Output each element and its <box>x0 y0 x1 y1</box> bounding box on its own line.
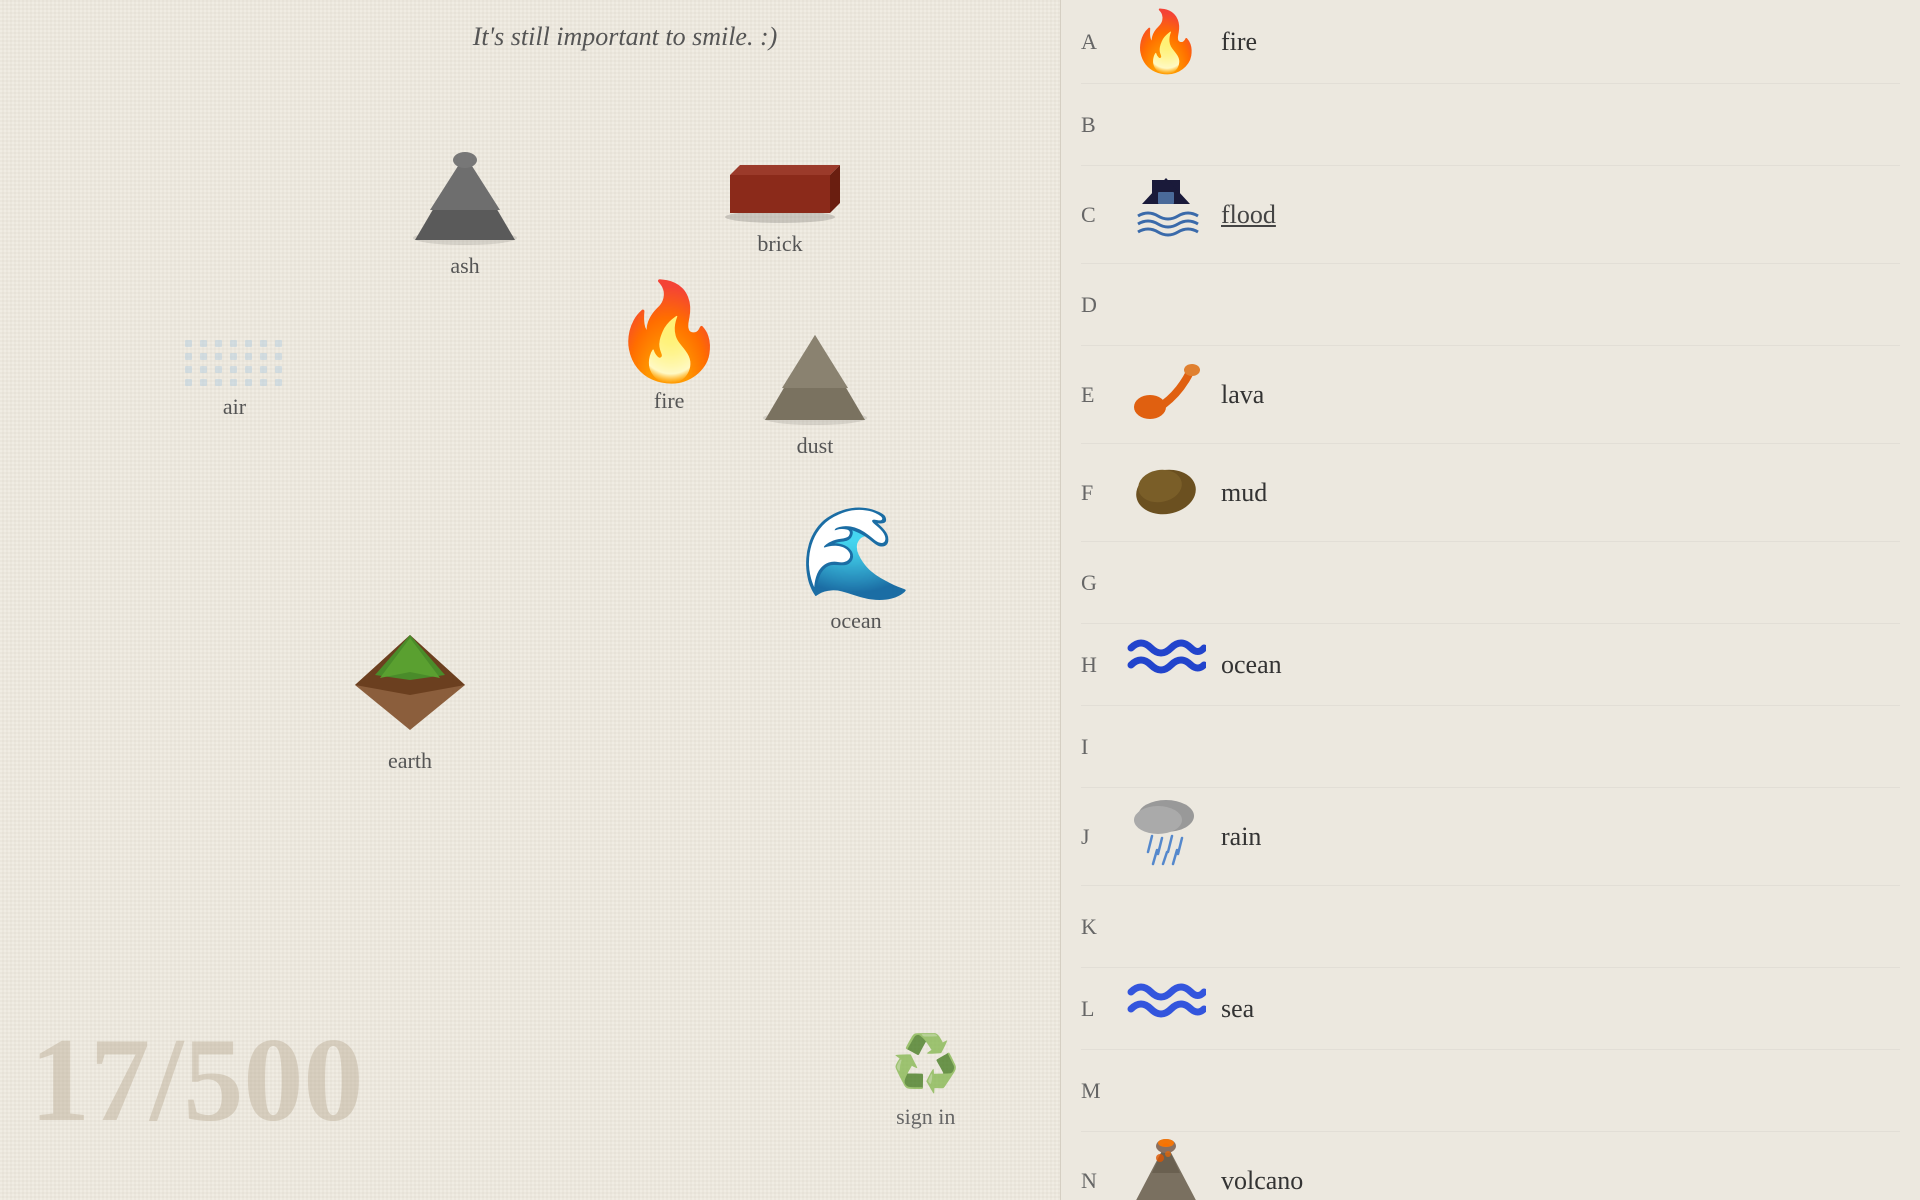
sidebar-item-K: K <box>1081 886 1900 968</box>
sidebar-emoji-ocean <box>1121 633 1211 696</box>
sidebar-label-sea: sea <box>1221 994 1254 1024</box>
canvas-item-air[interactable]: air <box>185 340 284 420</box>
sign-in-text[interactable]: sign in <box>896 1104 955 1130</box>
sidebar-label-volcano: volcano <box>1221 1166 1303 1196</box>
sidebar-item-B: B <box>1081 84 1900 166</box>
sidebar-item-N[interactable]: N volcano <box>1081 1132 1900 1200</box>
sidebar-item-G: G <box>1081 542 1900 624</box>
sidebar-item-F[interactable]: F mud <box>1081 444 1900 542</box>
sidebar-letter-E: E <box>1081 382 1121 408</box>
sidebar-label-lava: lava <box>1221 380 1264 410</box>
sidebar-item-A[interactable]: A 🔥 fire <box>1081 0 1900 84</box>
canvas-item-earth[interactable]: earth <box>350 630 470 774</box>
canvas-item-fire[interactable]: 🔥 fire <box>610 285 728 414</box>
air-icon <box>185 340 284 386</box>
ocean-icon: 🌊 <box>800 510 912 600</box>
sidebar-item-J[interactable]: J rain <box>1081 788 1900 886</box>
sidebar-letter-L: L <box>1081 996 1121 1022</box>
progress-counter: 17/500 <box>30 1020 363 1140</box>
sidebar-letter-G: G <box>1081 570 1121 596</box>
sidebar-item-H[interactable]: H ocean <box>1081 624 1900 706</box>
ocean-label: ocean <box>830 608 881 634</box>
fire-icon: 🔥 <box>610 285 728 380</box>
top-message: It's still important to smile. :) <box>200 22 1050 52</box>
sidebar-letter-I: I <box>1081 734 1121 760</box>
fire-label: fire <box>654 388 685 414</box>
sidebar-letter-J: J <box>1081 824 1121 850</box>
sidebar-label-ocean: ocean <box>1221 650 1282 680</box>
sidebar-letter-K: K <box>1081 914 1121 940</box>
sidebar-emoji-fire: 🔥 <box>1121 6 1211 77</box>
sidebar-letter-M: M <box>1081 1078 1121 1104</box>
sidebar: A 🔥 fire B C flood <box>1060 0 1920 1200</box>
sidebar-emoji-flood <box>1121 172 1211 257</box>
sidebar-item-L[interactable]: L sea <box>1081 968 1900 1050</box>
sidebar-item-C[interactable]: C flood <box>1081 166 1900 264</box>
canvas-item-ocean[interactable]: 🌊 ocean <box>800 510 912 634</box>
sidebar-letter-F: F <box>1081 480 1121 506</box>
sidebar-item-D: D <box>1081 264 1900 346</box>
brick-icon <box>720 155 840 223</box>
canvas-item-brick[interactable]: brick <box>720 155 840 257</box>
sidebar-emoji-lava <box>1121 352 1211 437</box>
sidebar-emoji-volcano <box>1121 1138 1211 1200</box>
sidebar-item-I: I <box>1081 706 1900 788</box>
sidebar-letter-H: H <box>1081 652 1121 678</box>
sidebar-list: A 🔥 fire B C flood <box>1061 0 1920 1200</box>
earth-icon <box>350 630 470 740</box>
canvas-item-dust[interactable]: dust <box>760 330 870 459</box>
sidebar-letter-B: B <box>1081 112 1121 138</box>
sidebar-item-E[interactable]: E lava <box>1081 346 1900 444</box>
sidebar-item-M: M <box>1081 1050 1900 1132</box>
sidebar-emoji-mud <box>1121 450 1211 535</box>
recycle-icon[interactable]: ♻️ <box>892 1032 960 1096</box>
sidebar-emoji-rain <box>1121 794 1211 879</box>
message-text: It's still important to smile. :) <box>473 22 778 51</box>
sidebar-letter-A: A <box>1081 29 1121 55</box>
sidebar-label-mud: mud <box>1221 478 1267 508</box>
canvas-area: It's still important to smile. :) <box>0 0 1060 1200</box>
dust-label: dust <box>797 433 834 459</box>
sidebar-emoji-sea <box>1121 977 1211 1040</box>
sidebar-label-flood: flood <box>1221 200 1276 230</box>
bottom-actions: ♻️ sign in <box>892 1032 960 1130</box>
brick-label: brick <box>757 231 802 257</box>
canvas-item-ash[interactable]: ash <box>410 150 520 279</box>
sidebar-letter-C: C <box>1081 202 1121 228</box>
sidebar-label-fire: fire <box>1221 27 1257 57</box>
sidebar-letter-N: N <box>1081 1168 1121 1194</box>
ash-label: ash <box>450 253 479 279</box>
air-label: air <box>223 394 246 420</box>
ash-icon <box>410 150 520 245</box>
sidebar-letter-D: D <box>1081 292 1121 318</box>
earth-label: earth <box>388 748 432 774</box>
dust-icon <box>760 330 870 425</box>
sidebar-label-rain: rain <box>1221 822 1261 852</box>
